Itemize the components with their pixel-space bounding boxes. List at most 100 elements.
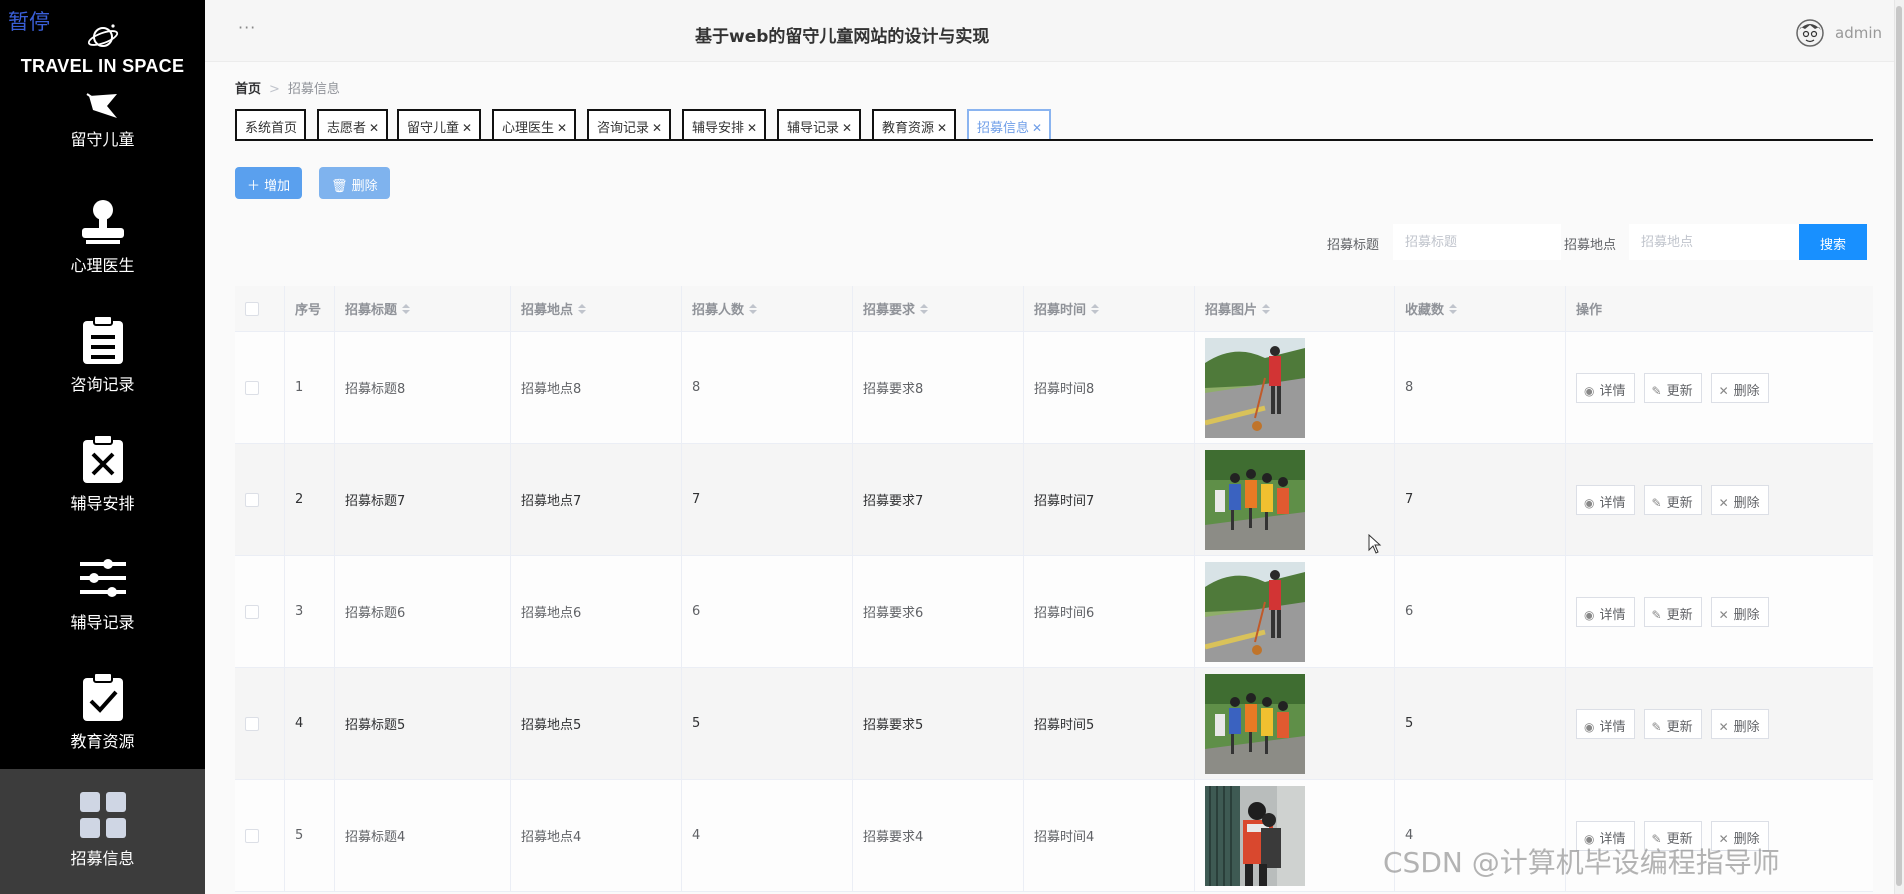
tab-education-resources[interactable]: 教育资源 ✕ (872, 109, 957, 139)
column-header[interactable]: 招募人数 (682, 286, 853, 331)
recruitment-photo[interactable] (1205, 785, 1305, 886)
scrollbar-thumb[interactable] (1896, 6, 1902, 886)
sort-icon[interactable] (402, 303, 411, 314)
select-cell (235, 332, 285, 443)
sort-icon[interactable] (1091, 303, 1100, 314)
search-title-input[interactable] (1393, 224, 1561, 260)
recruitment-photo[interactable] (1205, 449, 1305, 550)
place-cell: 招募地点6 (511, 556, 682, 667)
more-icon[interactable]: ··· (238, 18, 256, 37)
column-header[interactable]: 招募要求 (853, 286, 1024, 331)
tab-children[interactable]: 留守儿童 ✕ (397, 109, 482, 139)
update-button[interactable]: ✎ 更新 (1643, 596, 1702, 627)
grid-icon (79, 792, 126, 838)
requirement-text: 招募要求5 (863, 718, 924, 733)
index-text: 3 (295, 604, 304, 619)
row-checkbox[interactable] (245, 380, 259, 395)
sort-icon[interactable] (749, 303, 758, 314)
sort-icon[interactable] (578, 303, 587, 314)
detail-button[interactable]: ◉ 详情 (1576, 708, 1635, 739)
table-row[interactable]: 4 招募标题5 招募地点5 5 招募要求5 招募时间5 5 ◉ 详情 ✎ 更新 ✕ 删… (235, 668, 1873, 780)
tab-tutoring-records[interactable]: 辅导记录 ✕ (777, 109, 862, 139)
row-delete-button[interactable]: ✕ 删除 (1710, 372, 1769, 403)
place-text: 招募地点7 (521, 494, 582, 509)
tab-tutoring-schedule[interactable]: 辅导安排 ✕ (682, 109, 767, 139)
table-row[interactable]: 2 招募标题7 招募地点7 7 招募要求7 招募时间7 7 ◉ 详情 ✎ 更新 ✕ 删… (235, 444, 1873, 556)
column-header[interactable]: 招募地点 (511, 286, 682, 331)
select-all-checkbox[interactable] (245, 301, 259, 316)
image-cell (1195, 444, 1395, 555)
add-button[interactable]: ＋ 增加 (235, 167, 303, 199)
close-icon[interactable]: ✕ (842, 121, 852, 135)
row-delete-button[interactable]: ✕ 删除 (1710, 596, 1769, 627)
sidebar-item-doctors[interactable]: 心理医生 (0, 196, 205, 314)
recruitment-photo[interactable] (1205, 561, 1305, 662)
column-header-label: 序号 (295, 303, 322, 318)
close-icon[interactable]: ✕ (937, 121, 947, 135)
tab-consult-records[interactable]: 咨询记录 ✕ (587, 109, 672, 139)
row-delete-button[interactable]: ✕ 删除 (1710, 708, 1769, 739)
close-icon[interactable]: ✕ (369, 121, 379, 135)
column-header-label: 操作 (1576, 303, 1603, 318)
breadcrumb-home[interactable]: 首页 (235, 82, 261, 97)
avatar[interactable] (1795, 18, 1825, 48)
tab-volunteers[interactable]: 志愿者 ✕ (317, 109, 389, 139)
sort-icon[interactable] (1449, 303, 1458, 314)
table-row[interactable]: 1 招募标题8 招募地点8 8 招募要求8 招募时间8 8 ◉ 详情 ✎ 更新 ✕ 删… (235, 332, 1873, 444)
index-text: 1 (295, 380, 304, 395)
close-icon[interactable]: ✕ (652, 121, 662, 135)
search-button[interactable]: 搜索 (1799, 224, 1867, 260)
sliders-icon (79, 559, 126, 597)
tab-label: 咨询记录 (597, 121, 650, 136)
close-icon[interactable]: ✕ (462, 121, 472, 135)
recruitment-photo[interactable] (1205, 673, 1305, 774)
column-header[interactable]: 收藏数 (1395, 286, 1566, 331)
detail-button[interactable]: ◉ 详情 (1576, 484, 1635, 515)
close-icon[interactable]: ✕ (747, 121, 757, 135)
row-delete-button[interactable]: ✕ 删除 (1710, 484, 1769, 515)
sidebar-item-recruitment[interactable]: 招募信息 (0, 769, 205, 894)
column-header[interactable]: 招募时间 (1024, 286, 1195, 331)
count-text: 4 (692, 828, 701, 843)
column-header[interactable]: 招募标题 (335, 286, 511, 331)
sort-icon[interactable] (920, 303, 929, 314)
tab-doctors[interactable]: 心理医生 ✕ (492, 109, 577, 139)
column-header[interactable]: 招募图片 (1195, 286, 1395, 331)
search-place-input[interactable] (1629, 224, 1799, 260)
row-checkbox[interactable] (245, 492, 259, 507)
sidebar-item-label: 招募信息 (70, 849, 135, 868)
table-row[interactable]: 3 招募标题6 招募地点6 6 招募要求6 招募时间6 6 ◉ 详情 ✎ 更新 ✕ 删… (235, 556, 1873, 668)
sidebar-item-tutoring-records[interactable]: 辅导记录 (0, 553, 205, 671)
sidebar-item-consult-records[interactable]: 咨询记录 (0, 315, 205, 433)
update-button[interactable]: ✎ 更新 (1643, 372, 1702, 403)
close-icon[interactable]: ✕ (1032, 121, 1042, 135)
recruitment-photo[interactable] (1205, 337, 1305, 438)
row-checkbox[interactable] (245, 828, 259, 843)
tab-recruitment[interactable]: 招募信息 ✕ (967, 109, 1052, 139)
favorites-text: 8 (1405, 380, 1414, 395)
delete-button[interactable]: 🗑 删除 (319, 167, 390, 199)
place-cell: 招募地点7 (511, 444, 682, 555)
update-button[interactable]: ✎ 更新 (1643, 484, 1702, 515)
username[interactable]: admin (1835, 24, 1882, 42)
detail-button[interactable]: ◉ 详情 (1576, 596, 1635, 627)
detail-button[interactable]: ◉ 详情 (1576, 372, 1635, 403)
sort-icon[interactable] (1262, 303, 1271, 314)
vertical-scrollbar[interactable] (1894, 0, 1904, 894)
delete-button-label: 删除 (351, 179, 378, 194)
close-icon[interactable]: ✕ (557, 121, 567, 135)
update-button[interactable]: ✎ 更新 (1643, 708, 1702, 739)
sidebar-item-tutoring-schedule[interactable]: 辅导安排 (0, 434, 205, 552)
actions-cell: ◉ 详情 ✎ 更新 ✕ 删除 (1566, 668, 1873, 779)
sidebar-item-children[interactable]: 留守儿童 (0, 92, 205, 164)
row-checkbox[interactable] (245, 604, 259, 619)
delete-button-label: 删除 (1733, 383, 1760, 399)
tab-home[interactable]: 系统首页 (235, 109, 307, 139)
actions-cell: ◉ 详情 ✎ 更新 ✕ 删除 (1566, 332, 1873, 443)
tab-label: 辅导安排 (692, 121, 745, 136)
count-text: 5 (692, 716, 701, 731)
index-cell: 1 (285, 332, 335, 443)
eye-icon: ◉ (1584, 607, 1595, 622)
row-checkbox[interactable] (245, 716, 259, 731)
plus-icon: ＋ (247, 179, 261, 194)
